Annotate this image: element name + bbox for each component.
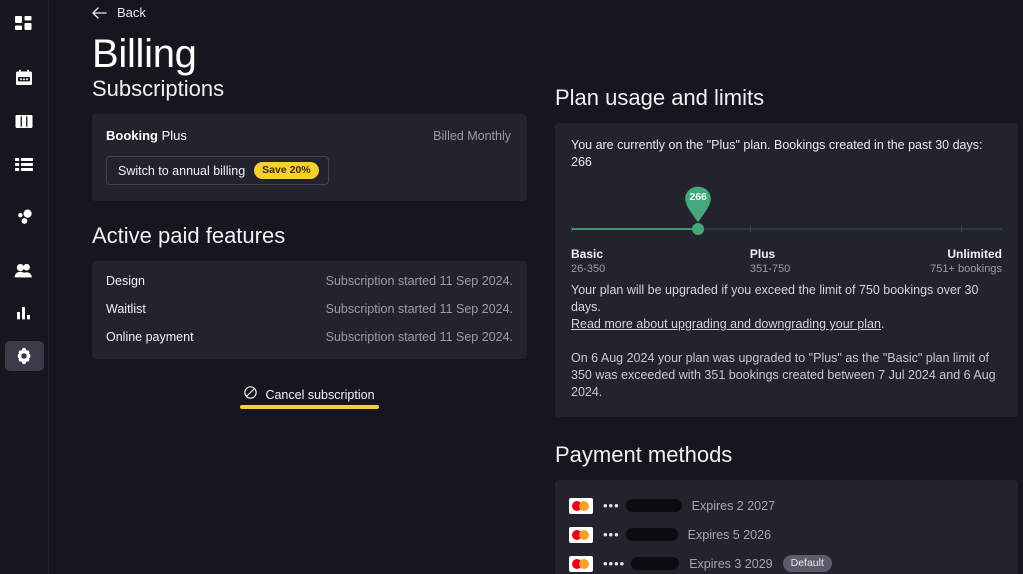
tier-name: Plus [749,247,776,261]
card-mask-dots: ••• [603,497,620,513]
gear-icon [15,347,33,365]
usage-tier-labels: Basic 26-350 Plus 351-750 Unlimited 751+… [571,247,1002,281]
right-column: Plan usage and limits You are currently … [527,76,1023,574]
table-row: Waitlist Subscription started 11 Sep 202… [106,295,513,323]
card-expiry: Expires 5 2026 [687,527,772,542]
mastercard-icon [569,497,593,514]
save-badge: Save 20% [254,162,319,179]
table-row: Design Subscription started 11 Sep 2024. [106,267,513,295]
usage-track [571,223,1002,235]
subscription-plan: Plus [161,128,187,143]
usage-note-suffix: . [880,317,885,331]
feature-note: Subscription started 11 Sep 2024. [325,330,513,344]
payments-heading: Payment methods [555,442,733,467]
usage-tick-plus [749,226,751,232]
sidebar-item-list[interactable] [5,149,44,179]
card-mask-dots: ••• [603,526,620,542]
usage-knob[interactable] [692,223,705,235]
billing-cycle: Billed Monthly [433,129,511,143]
sidebar [0,0,49,574]
card-number-redacted [625,528,678,541]
left-column: Subscriptions Booking Plus Billed Monthl… [49,76,527,574]
feature-name: Waitlist [106,302,146,316]
status-badge: Default [782,555,832,572]
columns-icon [15,114,33,129]
sidebar-item-resources[interactable] [5,202,44,232]
bar-chart-icon [16,306,32,320]
sidebar-item-customers[interactable] [5,255,44,285]
tier-range: 751+ bookings [930,263,1002,275]
usage-heading: Plan usage and limits [555,85,765,110]
arrow-left-icon [92,6,107,20]
bubbles-icon [15,209,33,225]
cancel-underline [240,405,379,409]
back-button[interactable]: Back [49,0,1023,22]
billing-page: Back Billing Subscriptions Booking Plus … [0,0,1023,574]
tier-basic: Basic 26-350 [571,247,605,276]
sidebar-item-statistics[interactable] [5,298,44,328]
feature-note: Subscription started 11 Sep 2024. [325,274,513,288]
tier-range: 351-750 [749,263,791,275]
usage-tick-unlimited [961,226,963,232]
feature-name: Online payment [106,330,194,344]
usage-history-note: On 6 Aug 2024 your plan was upgraded to … [571,351,996,399]
cancel-subscription-wrap: Cancel subscription [92,386,527,409]
card-expiry: Expires 3 2029 [689,556,773,571]
tier-name: Unlimited [947,247,1002,261]
subscriptions-heading: Subscriptions [92,76,225,101]
plan-usage-card: You are currently on the "Plus" plan. Bo… [555,123,1018,417]
subscription-product: Booking [106,128,158,143]
main-content: Back Billing Subscriptions Booking Plus … [49,0,1023,574]
sidebar-item-calendar[interactable] [5,63,44,93]
grid-icon [15,16,33,34]
tier-unlimited: Unlimited 751+ bookings [930,247,1002,276]
sidebar-item-settings[interactable] [4,341,44,371]
subscription-header: Booking Plus Billed Monthly [106,128,511,143]
people-icon [14,263,34,278]
usage-note: Your plan will be upgraded if you exceed… [571,282,1002,333]
table-row: Online payment Subscription started 11 S… [106,323,513,351]
tier-plus: Plus 351-750 [750,247,790,276]
back-label: Back [117,5,146,20]
payment-methods-card: ••• Expires 2 2027 ••• Expires 5 2026 ••… [555,480,1018,574]
usage-marker: 266 [683,186,713,224]
card-number-redacted [625,499,682,512]
sidebar-item-dashboard[interactable] [5,10,44,40]
switch-to-annual-billing-button[interactable]: Switch to annual billing Save 20% [106,156,329,185]
usage-meter: 266 Basic 26-350 Plus 351-750 Unlimited … [571,186,1002,275]
feature-note: Subscription started 11 Sep 2024. [325,302,513,316]
calendar-icon [15,69,33,87]
features-heading: Active paid features [92,223,286,248]
no-entry-icon [244,386,258,404]
content-columns: Subscriptions Booking Plus Billed Monthl… [49,76,1023,574]
list-item[interactable]: ••• Expires 2 2027 [569,491,1004,520]
card-mask-dots: •••• [603,555,626,571]
usage-track-fill [571,228,699,230]
usage-marker-value: 266 [689,191,707,203]
features-card: Design Subscription started 11 Sep 2024.… [92,261,527,359]
sidebar-item-columns[interactable] [5,106,44,136]
subscription-name: Booking Plus [106,128,187,143]
list-item[interactable]: •••• Expires 3 2029 Default [569,549,1004,574]
page-title: Billing [92,32,197,76]
card-number-redacted [631,557,680,570]
read-more-link[interactable]: Read more about upgrading and downgradin… [571,317,881,331]
cancel-subscription-label: Cancel subscription [265,388,375,402]
mastercard-icon [569,555,593,572]
usage-tick-basic [571,226,572,232]
card-expiry: Expires 2 2027 [691,498,776,513]
subscription-card: Booking Plus Billed Monthly Switch to an… [92,114,527,201]
switch-button-label: Switch to annual billing [118,163,246,178]
list-icon [15,157,33,172]
usage-note-line1: Your plan will be upgraded if you exceed… [571,283,979,314]
feature-name: Design [106,274,145,288]
mastercard-icon [569,526,593,543]
tier-name: Basic [571,247,604,261]
cancel-subscription-button[interactable]: Cancel subscription [240,386,379,409]
usage-lead-text: You are currently on the "Plus" plan. Bo… [571,138,983,169]
list-item[interactable]: ••• Expires 5 2026 [569,520,1004,549]
tier-range: 26-350 [571,263,606,275]
